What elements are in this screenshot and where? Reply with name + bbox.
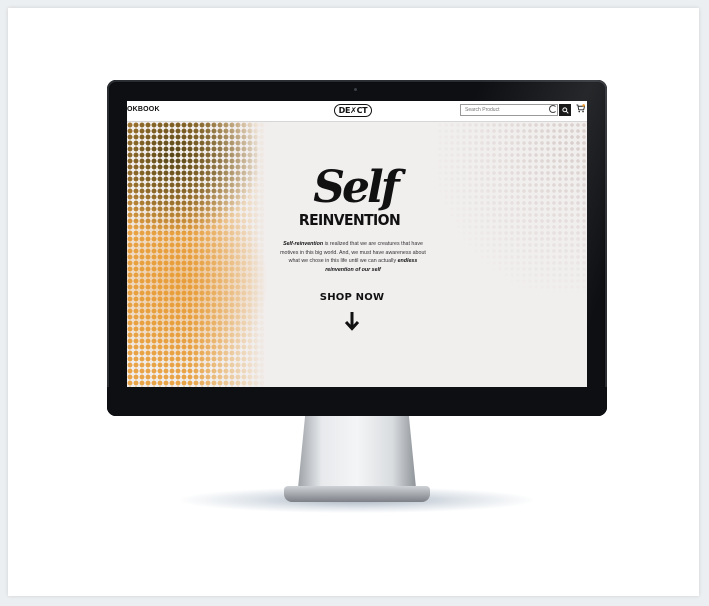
monitor-chin <box>107 387 607 416</box>
arrow-down-icon[interactable] <box>344 311 360 331</box>
halftone-dots-dark <box>127 122 257 232</box>
hero-section: Self REINVENTION Self-reinvention is rea… <box>127 122 587 387</box>
hero-description: Self-reinvention is realized that we are… <box>277 240 429 274</box>
shop-now-button[interactable]: SHOP NOW <box>302 292 402 303</box>
cart-icon[interactable] <box>576 104 585 113</box>
hero-title-self: Self <box>313 162 399 213</box>
brand-logo[interactable]: DE✗CT <box>334 104 372 117</box>
nav-lookbook-link[interactable]: OKBOOK <box>127 106 160 113</box>
halftone-dots-right <box>437 122 587 292</box>
search-icon <box>561 106 569 114</box>
site-navbar: OKBOOK DE✗CT <box>127 101 587 122</box>
refresh-icon[interactable] <box>549 105 557 113</box>
monitor-stand-neck <box>298 416 416 488</box>
hero-title-reinvention: REINVENTION <box>298 212 401 230</box>
monitor-stand-base <box>284 486 430 502</box>
webcam-icon <box>354 88 357 91</box>
hero-description-bold-start: Self-reinvention <box>283 241 324 247</box>
search-button[interactable] <box>559 104 571 116</box>
search-input[interactable] <box>460 104 558 116</box>
website-screen: OKBOOK DE✗CT Self REINVENTION Self-re <box>127 101 587 387</box>
